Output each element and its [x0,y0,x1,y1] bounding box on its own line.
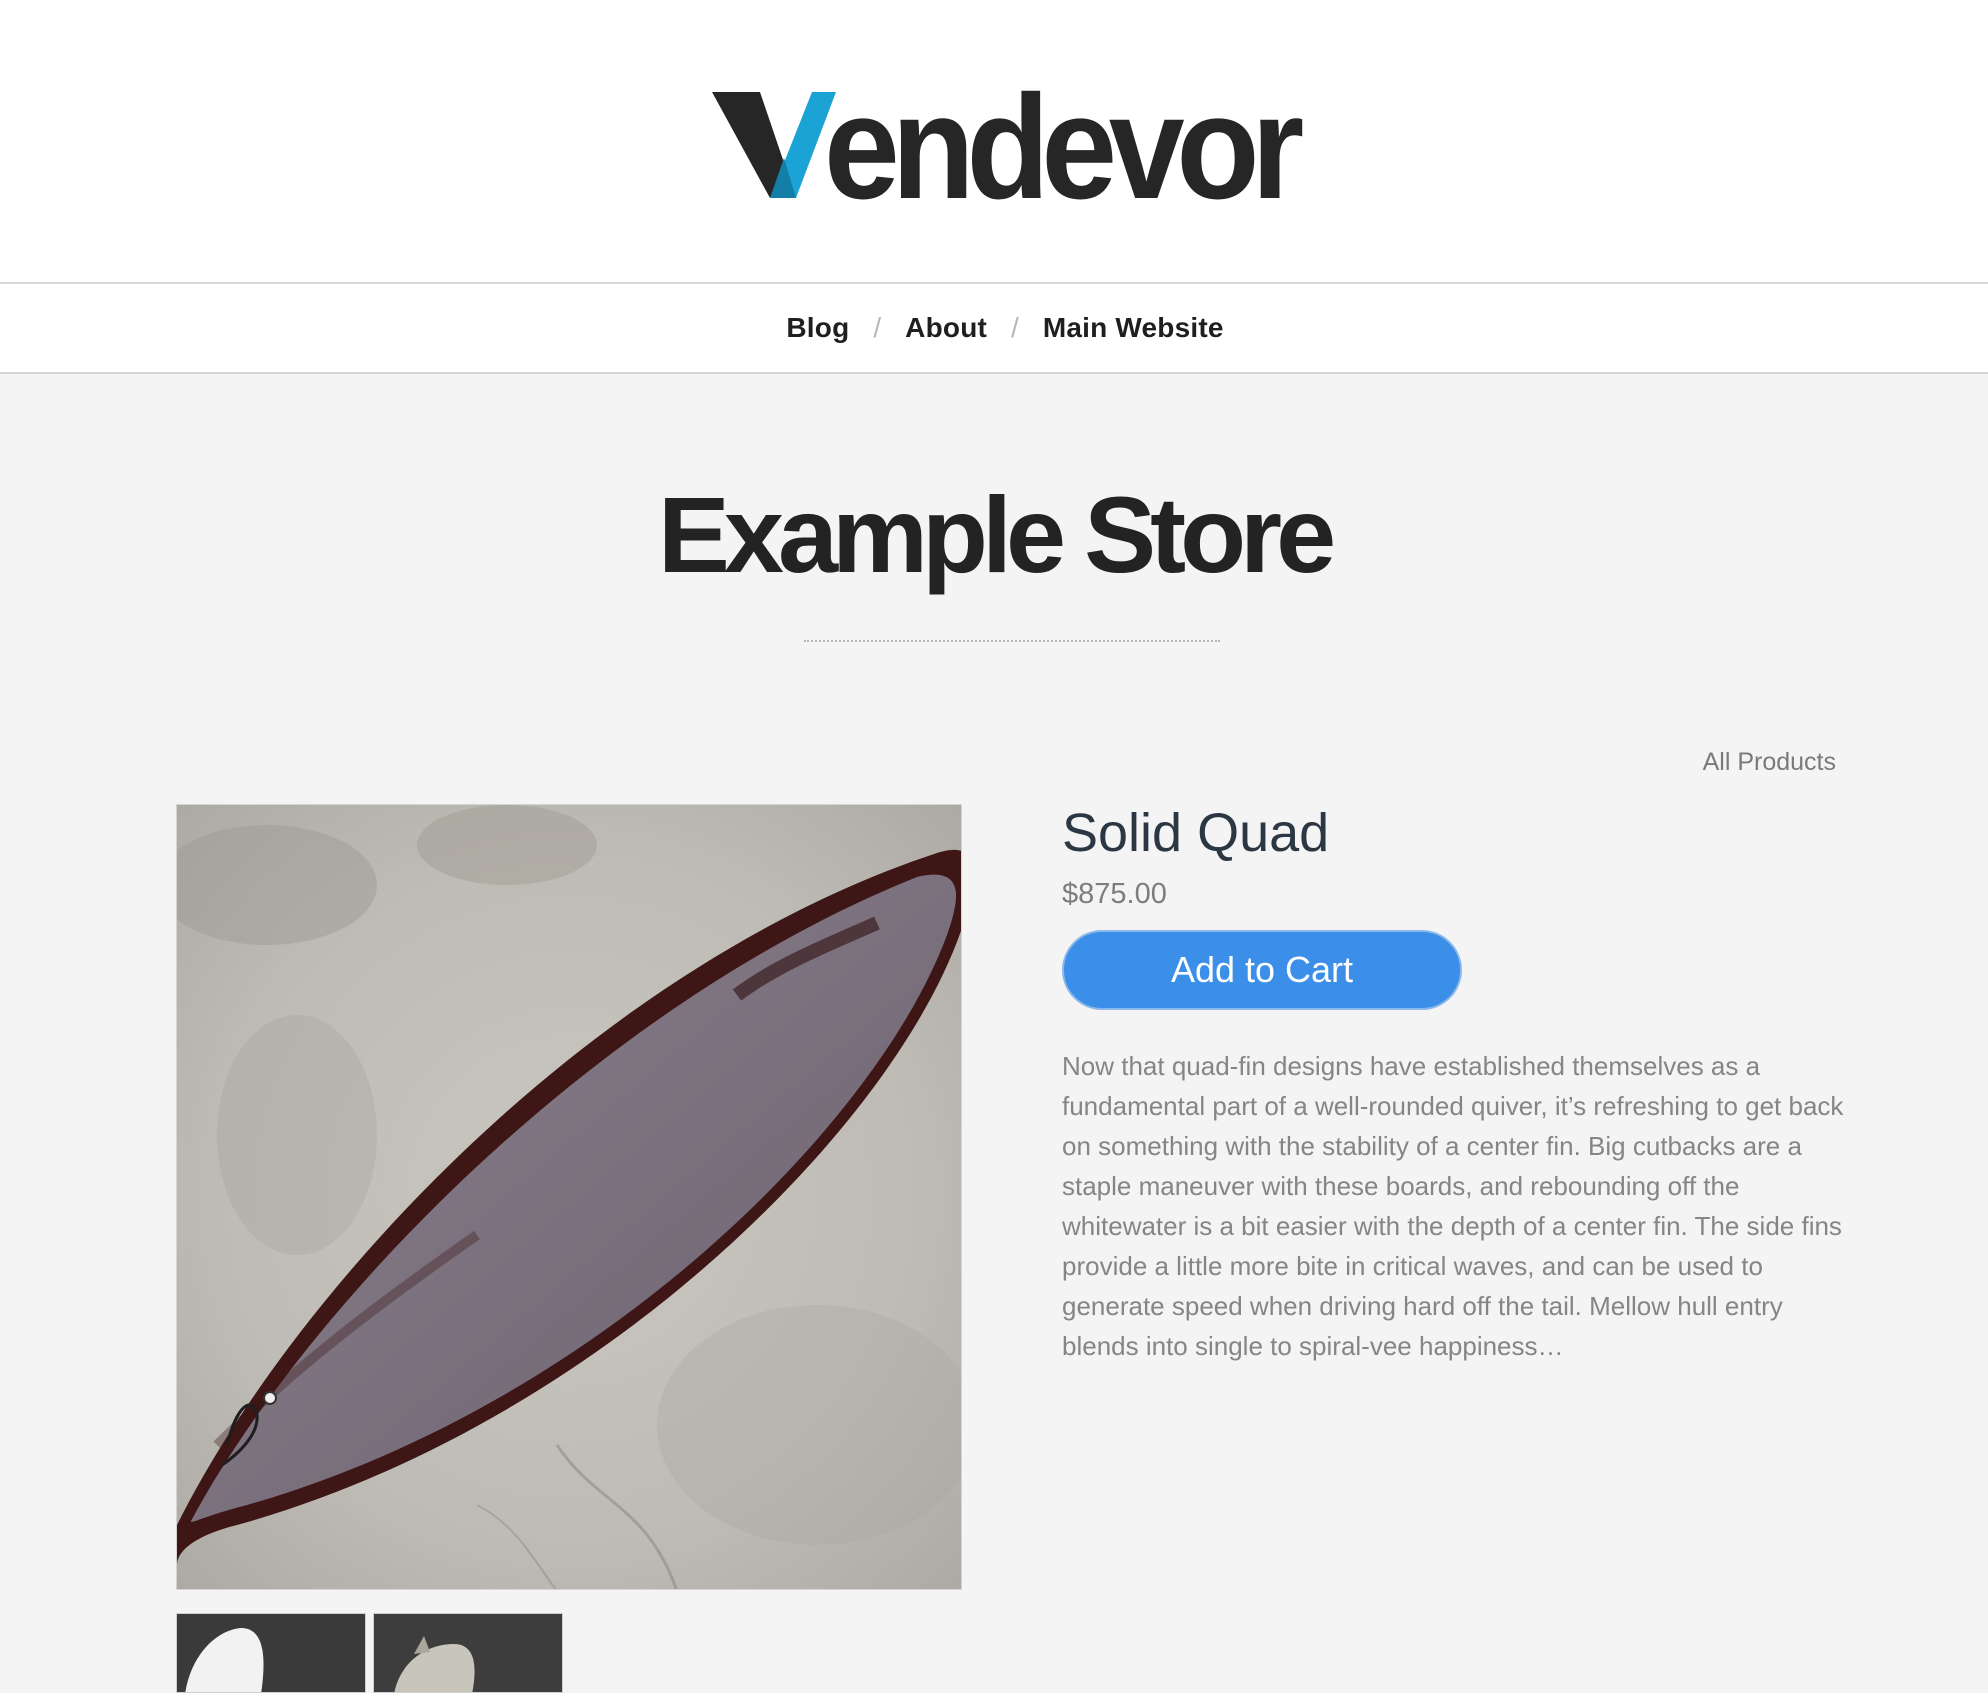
logo-text: endevor [824,66,1303,216]
add-to-cart-button[interactable]: Add to Cart [1062,930,1462,1010]
store-title: Example Store [657,474,1336,595]
product-name: Solid Quad [1062,803,1330,863]
product-thumbnail[interactable] [176,1613,366,1693]
logo-graphic: endevor [712,66,1312,216]
product-price: $875.00 [1062,878,1167,910]
nav-link-about[interactable]: About [905,312,987,344]
nav-separator: / [1011,312,1019,343]
surfboard-photo [177,805,961,1589]
nav-link-main-website[interactable]: Main Website [1043,312,1224,344]
nav-links: Blog / About / Main Website [0,284,1988,372]
nav-separator: / [873,312,882,343]
title-divider [804,640,1220,642]
product-thumbnail[interactable] [373,1613,563,1693]
all-products-link[interactable]: All Products [1703,748,1836,777]
thumbnail-image [374,1614,562,1692]
site-header: endevor [0,0,1988,284]
product-main-image[interactable] [176,804,962,1590]
main-nav: Blog / About / Main Website [0,284,1988,374]
product-info: Solid Quad $875.00 Add to Cart Now that … [1062,800,1843,1392]
thumbnail-image [177,1614,365,1692]
product-description: Now that quad-fin designs have establish… [1062,1051,1844,1361]
vendevor-logo[interactable]: endevor [708,66,1328,216]
nav-link-blog[interactable]: Blog [786,312,849,344]
